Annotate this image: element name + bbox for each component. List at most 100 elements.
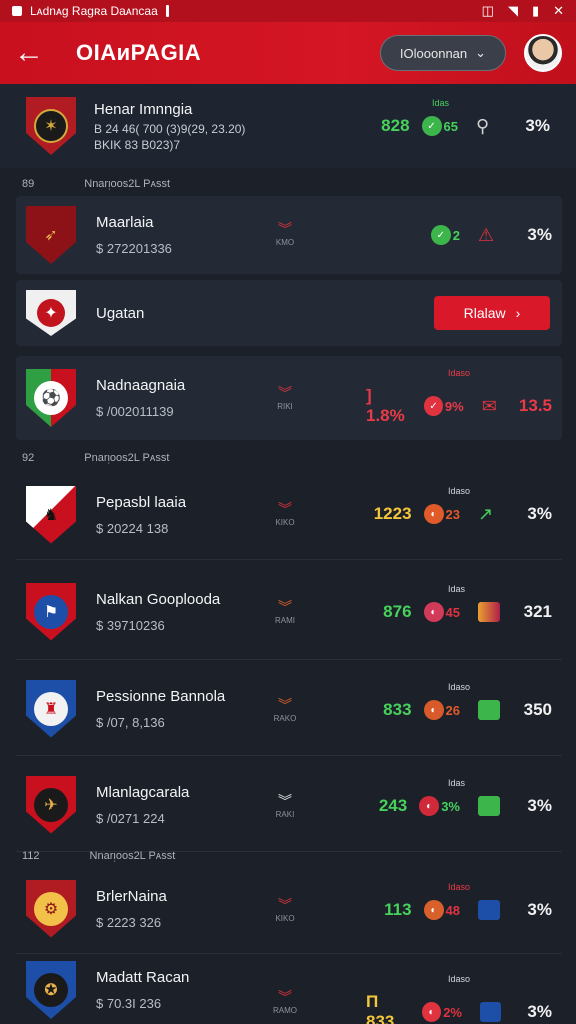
stat-value: 828 <box>381 116 410 135</box>
stat-header: Idas <box>432 98 450 108</box>
list-item[interactable]: ➶ Maarlaia $ 272201336 ︾ KMO ✓ 2 ⚠ 3% <box>16 196 562 274</box>
team-price: $ 39710236 <box>96 617 165 633</box>
team-detail: BKIK 83 B023)7 <box>94 137 181 152</box>
stat-header: Idas <box>448 778 466 788</box>
status-circle-icon: ◐ <box>423 700 444 720</box>
status-circle-icon: ◐ <box>423 504 444 524</box>
section-label: Nnarᴉoos2L Pᴀsst <box>84 178 171 190</box>
list-item[interactable]: ✈ Mlanlagcarala $ /0271 224 ︾ RAKI Idas … <box>16 758 562 852</box>
stat-value: 876 <box>383 602 412 621</box>
team-name: Nadnaagnaia <box>96 377 186 394</box>
team-name: Maarlaia <box>96 214 154 231</box>
stat-header: Idaso <box>448 882 471 892</box>
stat-small: 48 <box>445 902 460 918</box>
avatar[interactable] <box>524 34 562 72</box>
follow-button[interactable]: Rlalaw › <box>434 296 550 330</box>
list-item[interactable]: ✦ Ugatan Rlalaw › <box>16 280 562 346</box>
status-circle-icon: ◐ <box>419 796 440 816</box>
notification-icon <box>165 5 169 17</box>
stat-small: 2% <box>443 1004 462 1020</box>
list-item[interactable]: ✪ Madatt Racan $ 70.3I 236 ︾ RAMO Idaso … <box>16 956 562 1024</box>
section-number: 112 <box>22 850 40 862</box>
shield-icon <box>478 602 500 622</box>
status-circle-icon: ✓ <box>421 116 442 136</box>
app-bar: ← OIAᴎPAGIA IOlooonnan ⌄ <box>0 22 576 84</box>
dropdown-label: IOlooonnan <box>399 45 468 61</box>
warning-icon: ✉ <box>481 396 497 416</box>
stat-header: Idaso <box>448 682 471 692</box>
stat-small: 26 <box>445 702 460 718</box>
filter-dropdown[interactable]: IOlooonnan ⌄ <box>380 35 506 71</box>
trend-indicator: ︾ RAMI <box>270 600 300 625</box>
team-crest-icon: ➶ <box>26 206 76 264</box>
team-detail: B 24 46( 700 (3)9(29, 23.20) <box>94 121 246 136</box>
section-header: 112 Nnarᴉoos2L Pᴀsst <box>22 850 175 862</box>
team-price: $ /07, 8,136 <box>96 714 165 730</box>
trend-chevron-icon: ︾ <box>278 989 292 1005</box>
team-crest-icon: ✦ <box>26 290 76 336</box>
stat-header: Idas <box>448 584 466 594</box>
follow-button-label: Rlalaw <box>463 305 506 321</box>
shield-icon <box>478 900 500 920</box>
app-icon <box>12 6 22 16</box>
list-item[interactable]: ✶ Henar Imnngia B 24 46( 700 (3)9(29, 23… <box>0 84 576 168</box>
trend-label: RAKI <box>275 810 295 819</box>
team-crest-icon: ✪ <box>26 961 76 1019</box>
section-label: Pnarᴉoos2L Pᴀsst <box>84 452 170 464</box>
trend-indicator: ︾ KIKO <box>270 898 300 923</box>
team-price: $ 70.3I 236 <box>96 996 162 1011</box>
stat-small: 65 <box>443 118 458 134</box>
team-crest-icon: ✈ <box>26 775 76 834</box>
list-item[interactable]: ⚙ BrlerNaina $ 2223 326 ︾ KIKO Idaso 113… <box>16 864 562 954</box>
team-price: $ /002011139 <box>96 404 174 419</box>
shield-icon <box>478 796 500 816</box>
stat-percent: 3% <box>527 504 552 523</box>
status-icons: ◫ ◥ ▮ ✕ <box>482 3 564 19</box>
stat-percent: 3% <box>527 1002 552 1021</box>
list-item[interactable]: ⚽ Nadnaagnaia $ /002011139 ︾ RIKI Idaso … <box>16 356 562 440</box>
stat-percent: 13.5 <box>518 396 552 415</box>
list-item[interactable]: ♜ Pessionne Bannola $ /07, 8,136 ︾ RAKO … <box>16 662 562 756</box>
trend-label: RIKI <box>277 402 293 411</box>
stat-value: 243 <box>378 796 408 815</box>
alarm-icon: ◫ <box>481 3 494 18</box>
stat-small: 3% <box>441 798 460 814</box>
trend-label: RAMO <box>273 1006 297 1015</box>
section-header: 89 Nnarᴉoos2L Pᴀsst <box>22 178 170 190</box>
stat-header: Idaso <box>448 974 471 984</box>
wifi-icon: ◥ <box>507 3 518 18</box>
back-arrow-icon[interactable]: ← <box>14 38 60 68</box>
status-circle-icon: ◐ <box>421 1002 442 1022</box>
team-crest-icon: ♜ <box>26 679 76 738</box>
stat-header: Idaso <box>448 486 471 496</box>
section-header: 92 Pnarᴉoos2L Pᴀsst <box>22 452 169 464</box>
trend-indicator: ︾ KMO <box>270 222 300 247</box>
list-item[interactable]: ♞ Pepasbl laaia $ 20224 138 ︾ KIKO Idaso… <box>16 470 562 560</box>
chevron-right-icon: › <box>515 305 521 321</box>
trend-chevron-icon: ︾ <box>278 599 292 615</box>
stat-small: 2 <box>452 227 460 243</box>
trend-indicator: ︾ KIKO <box>270 502 300 527</box>
team-name: Ugatan <box>96 304 145 322</box>
stat-small: 45 <box>445 604 460 620</box>
team-name: BrlerNaina <box>96 887 167 905</box>
stat-percent: 350 <box>523 700 552 719</box>
stat-percent: 3% <box>527 796 552 815</box>
trend-chevron-icon: ︾ <box>278 897 292 913</box>
trend-chevron-icon: ︾ <box>278 221 292 237</box>
trend-indicator: ︾ RAKI <box>270 794 300 819</box>
close-icon[interactable]: ✕ <box>553 3 564 19</box>
team-price: $ 2223 326 <box>96 914 162 930</box>
stat-percent: 3% <box>525 116 550 135</box>
section-number: 89 <box>22 178 35 190</box>
team-name: Pepasbl laaia <box>96 493 187 511</box>
status-circle-icon: ✓ <box>430 225 451 245</box>
trend-chevron-icon: ︾ <box>278 385 292 401</box>
section-number: 92 <box>22 452 35 464</box>
team-crest-icon: ⚽ <box>26 369 76 427</box>
team-name: Mlanlagcarala <box>96 783 190 801</box>
status-circle-icon: ◐ <box>423 900 444 920</box>
list-item[interactable]: ⚑ Nalkan Gooplooda $ 39710236 ︾ RAMI Ida… <box>16 564 562 660</box>
trend-indicator: ︾ RAMO <box>270 990 300 1015</box>
trend-chevron-icon: ︾ <box>278 793 292 809</box>
